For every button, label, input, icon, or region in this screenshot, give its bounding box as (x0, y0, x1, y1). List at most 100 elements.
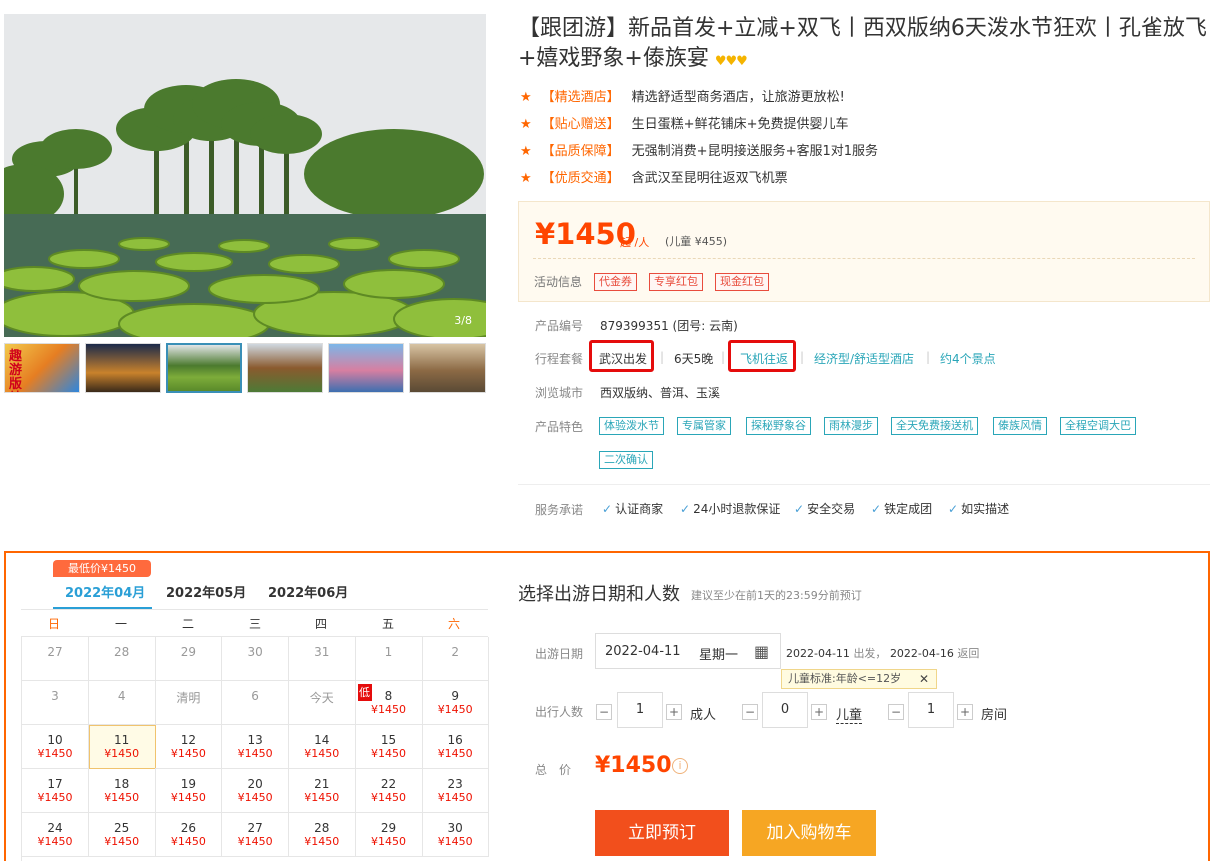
main-photo[interactable]: 3/8 (4, 14, 486, 337)
calendar-day[interactable]: 10 ¥1450 (22, 725, 89, 769)
separator: | (800, 350, 805, 364)
add-to-cart-button[interactable]: 加入购物车 (742, 810, 876, 856)
weekday-header: 二 (181, 617, 194, 631)
child-count[interactable]: 0 (762, 692, 808, 728)
thumbnail-5[interactable] (328, 343, 404, 393)
calendar-icon[interactable]: ▦ (754, 642, 769, 661)
product-title-text: 【跟团游】新品首发+立减+双飞丨西双版纳6天泼水节狂欢丨孔雀放飞+嬉戏野象+傣族… (518, 16, 1207, 71)
tooltip-text: 儿童标准:年龄<=12岁 (788, 672, 902, 685)
package-spots[interactable]: 约4个景点 (940, 350, 996, 367)
date-value: 2022-04-11 (605, 644, 681, 659)
crown-icon: ♥♥♥ (714, 54, 748, 69)
calendar-day[interactable]: 15 ¥1450 (355, 725, 423, 769)
child-plus-button[interactable]: + (811, 704, 827, 720)
day-price: ¥1450 (37, 835, 73, 848)
calendar-day[interactable]: 12 ¥1450 (155, 725, 223, 769)
calendar-day[interactable]: 22 ¥1450 (355, 769, 423, 813)
service-text: 安全交易 (807, 502, 856, 516)
day-number: 20 (247, 777, 263, 791)
package-label: 行程套餐 (535, 352, 584, 366)
calendar-day[interactable]: 16 ¥1450 (422, 725, 490, 769)
room-minus-button[interactable]: − (888, 704, 904, 720)
date-picker[interactable]: 2022-04-11 星期一 ▦ (595, 633, 781, 669)
calendar-day[interactable]: 21 ¥1450 (288, 769, 356, 813)
month-tab-april[interactable]: 2022年04月 (65, 582, 145, 601)
day-number: 9 (451, 689, 459, 703)
calendar-day[interactable]: 20 ¥1450 (222, 769, 290, 813)
close-icon[interactable]: ✕ (919, 670, 929, 688)
day-price: ¥1450 (170, 835, 206, 848)
coupon-tag[interactable]: 现金红包 (715, 273, 769, 291)
day-number: 13 (247, 733, 263, 747)
day-number: 24 (47, 821, 63, 835)
package-hotel[interactable]: 经济型/舒适型酒店 (814, 350, 914, 367)
calendar-day[interactable]: 25 ¥1450 (88, 813, 156, 857)
calendar-day[interactable]: 8 ¥1450 低 (355, 681, 423, 725)
child-minus-button[interactable]: − (742, 704, 758, 720)
calendar-day[interactable]: 13 ¥1450 (222, 725, 290, 769)
calendar-day[interactable]: 18 ¥1450 (88, 769, 156, 813)
feature-tag-chip: 全天免费接送机 (891, 417, 978, 435)
month-tab-june[interactable]: 2022年06月 (268, 582, 348, 601)
coupon-tag[interactable]: 专享红包 (649, 273, 703, 291)
calendar-day[interactable]: 30 ¥1450 (422, 813, 490, 857)
feature-tag: 【贴心赠送】 (541, 117, 620, 132)
info-icon[interactable]: i (672, 758, 688, 774)
adult-minus-button[interactable]: − (596, 704, 612, 720)
feature-tag: 【精选酒店】 (541, 90, 620, 105)
booking-note: 建议至少在前1天的23:59分前预订 (691, 589, 862, 602)
day-number: 22 (380, 777, 397, 791)
day-number: 1 (384, 645, 393, 659)
day-number: 27 (247, 821, 263, 835)
calendar-day[interactable]: 14 ¥1450 (288, 725, 356, 769)
calendar-day[interactable]: 24 ¥1450 (22, 813, 89, 857)
day-price: ¥1450 (371, 791, 406, 804)
adult-count[interactable]: 1 (617, 692, 663, 728)
calendar-day: 27 (22, 637, 89, 681)
calendar-day[interactable]: 27 ¥1450 (222, 813, 290, 857)
calendar-day[interactable]: 19 ¥1450 (155, 769, 223, 813)
day-number: 23 (447, 777, 463, 791)
calendar-day[interactable]: 11 ¥1450 (88, 725, 156, 769)
package-transport[interactable]: 飞机往返 (740, 350, 788, 367)
child-label[interactable]: 儿童 (836, 704, 863, 724)
feature-tag-chip: 探秘野象谷 (746, 417, 811, 435)
thumbnail-3[interactable] (166, 343, 242, 393)
calendar-day[interactable]: 17 ¥1450 (22, 769, 89, 813)
thumbnail-2[interactable] (85, 343, 161, 393)
day-number: 12 (180, 733, 197, 747)
adult-plus-button[interactable]: + (666, 704, 682, 720)
calendar-day[interactable]: 29 ¥1450 (355, 813, 423, 857)
lowest-price-badge: 最低价¥1450 (53, 560, 151, 577)
day-number: 29 (380, 821, 397, 835)
service-text: 认证商家 (615, 502, 664, 516)
book-now-button[interactable]: 立即预订 (595, 810, 729, 856)
day-number: 30 (447, 821, 463, 835)
thumbnail-4[interactable] (247, 343, 323, 393)
day-price: ¥1450 (237, 791, 273, 804)
room-plus-button[interactable]: + (957, 704, 973, 720)
shield-check-icon: ✓ (948, 502, 959, 516)
coupon-tag[interactable]: 代金券 (594, 273, 637, 291)
calendar-day[interactable]: 26 ¥1450 (155, 813, 223, 857)
day-price: ¥1450 (304, 835, 340, 848)
room-count[interactable]: 1 (908, 692, 954, 728)
day-number: 29 (180, 645, 197, 659)
package-days[interactable]: 6天5晚 (674, 350, 713, 367)
cities-label: 浏览城市 (535, 386, 584, 400)
calendar-day: 今天 (288, 681, 356, 725)
product-code-value: 879399351 (团号: 云南) (600, 319, 738, 333)
price-box: ¥1450 起 /人 (儿童 ¥455) 活动信息 代金券 专享红包 现金红包 (518, 201, 1210, 302)
thumbnail-6[interactable] (409, 343, 486, 393)
calendar-day[interactable]: 9 ¥1450 (422, 681, 490, 725)
day-number: 18 (114, 777, 130, 791)
calendar-day: 31 (288, 637, 356, 681)
month-tab-may[interactable]: 2022年05月 (166, 582, 246, 601)
package-depart[interactable]: 武汉出发 (599, 350, 647, 367)
calendar-day[interactable]: 23 ¥1450 (422, 769, 490, 813)
thumbnail-1[interactable]: 趣游版纳 (4, 343, 80, 393)
day-price: ¥1450 (304, 791, 340, 804)
separator: | (660, 350, 665, 364)
room-label: 房间 (981, 708, 1008, 723)
calendar-day[interactable]: 28 ¥1450 (288, 813, 356, 857)
